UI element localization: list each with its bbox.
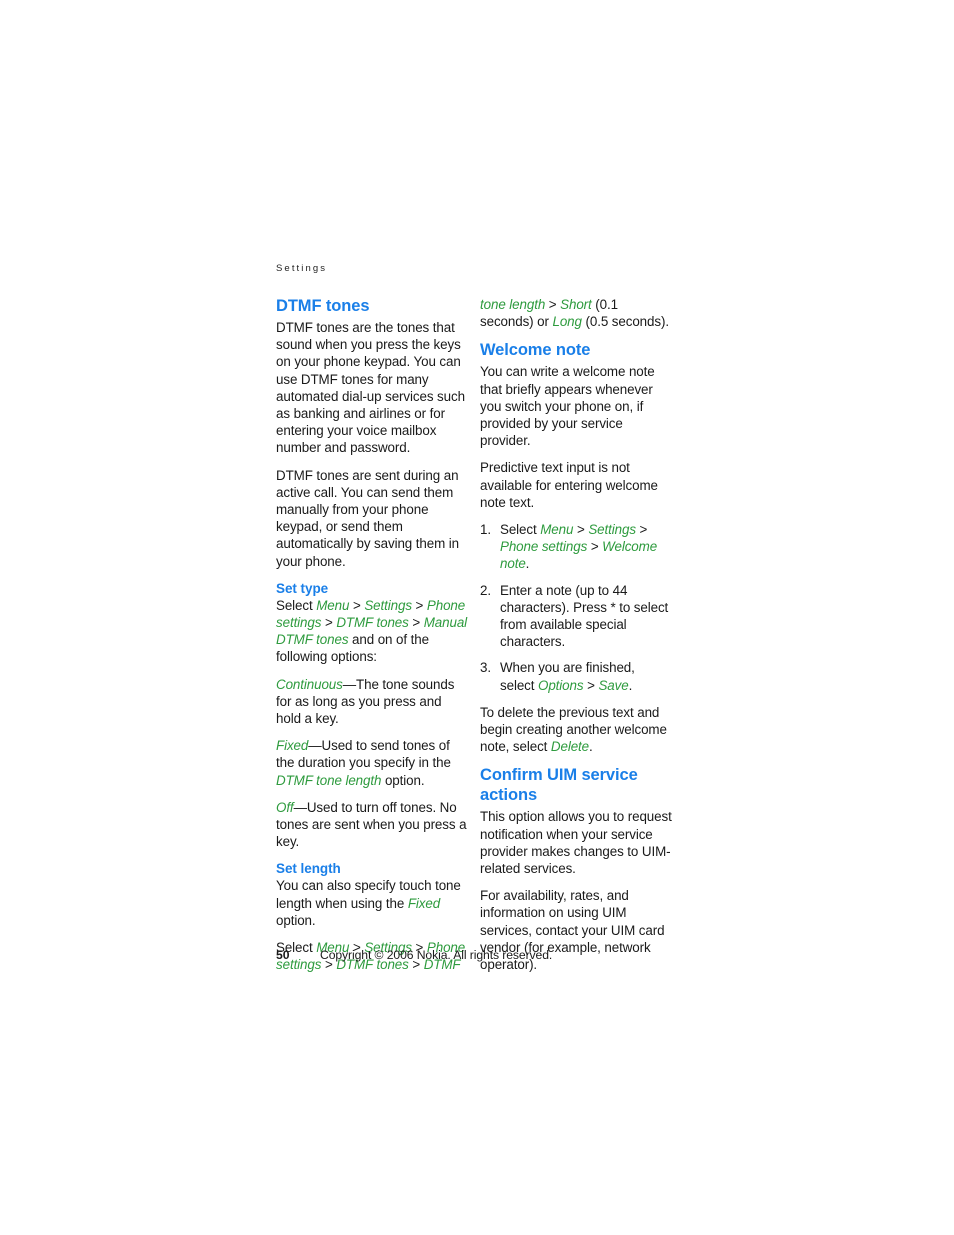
menu-item-settings-3: Settings xyxy=(588,522,636,538)
page-number: 50 xyxy=(276,948,290,962)
running-header: Settings xyxy=(276,263,328,274)
menu-item-tone-length: tone length xyxy=(480,297,546,312)
paragraph-delete-welcome-note: To delete the previous text and begin cr… xyxy=(480,704,672,756)
menu-item-phone-settings-3: Phone settings xyxy=(500,539,588,555)
option-term-fixed: Fixed xyxy=(276,738,309,754)
menu-item-save: Save xyxy=(598,677,629,693)
two-column-body: DTMF tones DTMF tones are the tones that… xyxy=(276,296,680,983)
left-column: DTMF tones DTMF tones are the tones that… xyxy=(276,296,468,983)
step-3-tail: . xyxy=(628,677,633,693)
text-continued-2: (0.5 seconds). xyxy=(581,314,669,330)
heading-confirm-uim-service-actions: Confirm UIM service actions xyxy=(480,766,638,805)
option-continuous: Continuous—The tone sounds for as long a… xyxy=(276,676,468,728)
option-fixed: Fixed—Used to send tones of the duration… xyxy=(276,737,468,789)
step-1: Select Menu > Settings > Phone settings … xyxy=(480,521,658,572)
option-definition-fixed-part2: option. xyxy=(381,772,425,788)
heading-set-type: Set type xyxy=(276,580,329,596)
text-delete-part2: . xyxy=(589,739,593,755)
step-2-text: Enter a note (up to 44 characters). Pres… xyxy=(500,582,669,650)
paragraph-welcome-note-intro: You can write a welcome note that briefl… xyxy=(480,364,655,449)
paragraph-set-type-path: Select Menu > Settings > Phone settings … xyxy=(276,597,468,665)
emphasis-dtmf-tone-length: DTMF tone length xyxy=(276,772,382,788)
menu-item-settings: Settings xyxy=(364,597,412,613)
step-2: Enter a note (up to 44 characters). Pres… xyxy=(480,582,672,651)
paragraph-dtmf-sending: DTMF tones are sent during an active cal… xyxy=(276,467,459,569)
option-off: Off—Used to turn off tones. No tones are… xyxy=(276,799,468,851)
paragraph-dtmf-intro: DTMF tones are the tones that sound when… xyxy=(276,320,465,456)
heading-welcome-note: Welcome note xyxy=(480,341,591,360)
right-column: tone length > Short (0.1 seconds) or Lon… xyxy=(480,296,672,983)
text-set-length-part2: option. xyxy=(276,912,316,928)
emphasis-fixed: Fixed xyxy=(407,895,441,911)
step-3: When you are finished, select Options > … xyxy=(480,659,635,693)
menu-item-short: Short xyxy=(560,297,592,312)
option-definition-off: —Used to turn off tones. No tones are se… xyxy=(276,799,467,850)
option-term-continuous: Continuous xyxy=(276,676,343,692)
option-term-off: Off xyxy=(276,799,294,815)
paragraph-predictive-text: Predictive text input is not available f… xyxy=(480,460,658,510)
document-page: Settings DTMF tones DTMF tones are the t… xyxy=(0,0,954,1235)
welcome-note-steps: Select Menu > Settings > Phone settings … xyxy=(480,521,672,694)
step-1-lead: Select xyxy=(500,522,541,538)
page-footer: 50 Copyright © 2006 Nokia. All rights re… xyxy=(276,947,686,963)
menu-item-menu-3: Menu xyxy=(540,522,574,538)
paragraph-set-length-intro: You can also specify touch tone length w… xyxy=(276,877,468,929)
copyright-notice: Copyright © 2006 Nokia. All rights reser… xyxy=(320,948,553,962)
paragraph-continued-tone-length: tone length > Short (0.1 seconds) or Lon… xyxy=(480,297,669,330)
menu-item-delete: Delete xyxy=(550,739,590,755)
paragraph-confirm-uim-intro: This option allows you to request notifi… xyxy=(480,809,672,877)
heading-dtmf-tones: DTMF tones xyxy=(276,297,370,315)
menu-item-options: Options xyxy=(538,677,584,693)
step-1-tail: . xyxy=(525,556,530,572)
label-select: Select xyxy=(276,597,317,613)
menu-item-dtmf-tones: DTMF tones xyxy=(336,615,409,631)
heading-set-length: Set length xyxy=(276,861,341,877)
menu-item-menu: Menu xyxy=(316,597,350,613)
menu-item-long: Long xyxy=(552,314,582,330)
